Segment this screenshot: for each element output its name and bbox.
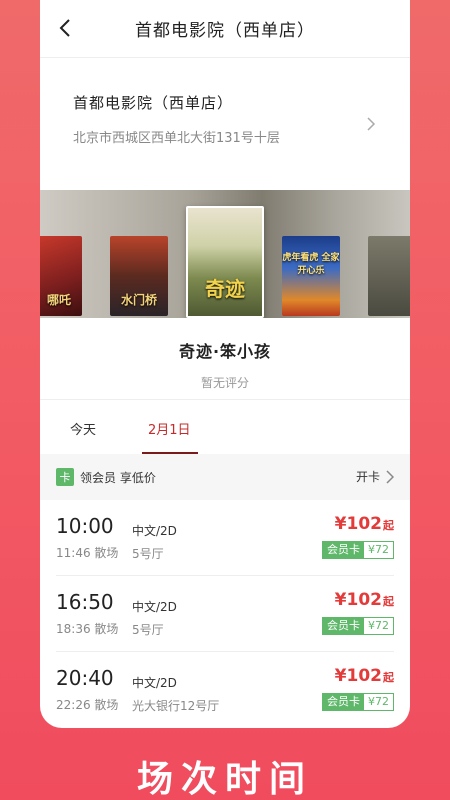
poster-item[interactable] (368, 236, 410, 316)
price-value: ¥102 (334, 666, 382, 686)
poster-item[interactable]: 水门桥 (110, 236, 168, 316)
end-time: 11:46 散场 (56, 546, 119, 560)
poster-item-selected[interactable]: 奇迹 (186, 206, 264, 318)
ticket-price: ¥102起 (335, 666, 394, 686)
price-suffix: 起 (383, 519, 394, 532)
price-value: ¥102 (334, 514, 382, 534)
start-time: 16:50 (56, 590, 114, 614)
ticket-price: ¥102起 (335, 590, 394, 610)
showtime-row[interactable]: 20:40 22:26 散场 中文/2D 光大银行12号厅 ¥102起 会员卡 ¥… (56, 652, 394, 728)
showtime-row[interactable]: 16:50 18:36 散场 中文/2D 5号厅 ¥102起 会员卡 ¥72 (56, 576, 394, 652)
movie-info: 奇迹·笨小孩 暂无评分 (40, 318, 410, 400)
movie-rating: 暂无评分 (200, 376, 249, 390)
cinema-info[interactable]: 首都电影院（西单店） 北京市西城区西单北大街131号十层 (40, 58, 410, 190)
tab-today[interactable]: 今天 (70, 400, 96, 438)
poster-title: 水门桥 (120, 293, 157, 307)
member-price-value: ¥72 (364, 694, 393, 710)
poster-title: 奇迹 (205, 277, 245, 301)
price-suffix: 起 (383, 671, 394, 684)
member-price-value: ¥72 (364, 618, 393, 634)
card-icon: 卡 (56, 468, 74, 486)
promo-slogan: 场次时间 (136, 759, 313, 800)
member-banner[interactable]: 卡 领会员 享低价 开卡 (40, 454, 410, 500)
member-price-value: ¥72 (364, 542, 393, 558)
hall-name: 5号厅 (132, 623, 164, 637)
app-screen: 首都电影院（西单店） 首都电影院（西单店） 北京市西城区西单北大街131号十层 … (40, 0, 410, 728)
hall-name: 光大银行12号厅 (132, 699, 220, 713)
date-tabs: 今天 2月1日 (40, 400, 410, 454)
showtime-row[interactable]: 10:00 11:46 散场 中文/2D 5号厅 ¥102起 会员卡 ¥72 (56, 500, 394, 576)
page-title: 首都电影院（西单店） (135, 21, 315, 41)
ticket-price: ¥102起 (335, 514, 394, 534)
cinema-address: 北京市西城区西单北大街131号十层 (73, 131, 280, 146)
tab-date-selected[interactable]: 2月1日 (148, 400, 191, 438)
hall-name: 5号厅 (132, 547, 164, 561)
showtime-list: 10:00 11:46 散场 中文/2D 5号厅 ¥102起 会员卡 ¥72 16… (40, 500, 410, 728)
price-suffix: 起 (383, 595, 394, 608)
open-card-label: 开卡 (355, 470, 380, 484)
end-time: 22:26 散场 (56, 698, 119, 712)
cinema-name: 首都电影院（西单店） (73, 94, 234, 112)
back-arrow-icon[interactable] (58, 18, 72, 38)
movie-title: 奇迹·笨小孩 (178, 342, 272, 361)
member-price: 会员卡 ¥72 (322, 541, 394, 559)
member-price-label: 会员卡 (323, 618, 364, 634)
poster-title: 哪吒 (46, 293, 71, 307)
language-format: 中文/2D (132, 524, 177, 538)
member-price: 会员卡 ¥72 (322, 617, 394, 635)
chevron-right-icon (386, 469, 394, 484)
poster-title: 虎年看虎 全家开心乐 (282, 253, 340, 276)
start-time: 10:00 (56, 514, 114, 538)
member-price-label: 会员卡 (323, 542, 364, 558)
poster-item[interactable]: 哪吒 (40, 236, 82, 316)
member-price-label: 会员卡 (323, 694, 364, 710)
poster-carousel[interactable]: 哪吒 水门桥 奇迹 虎年看虎 全家开心乐 (40, 190, 410, 318)
language-format: 中文/2D (132, 676, 177, 690)
end-time: 18:36 散场 (56, 622, 119, 636)
nav-bar: 首都电影院（西单店） (40, 0, 410, 58)
poster-item[interactable]: 虎年看虎 全家开心乐 (282, 236, 340, 316)
member-promo-text: 领会员 享低价 (80, 470, 156, 485)
chevron-right-icon (367, 117, 376, 131)
member-price: 会员卡 ¥72 (322, 693, 394, 711)
price-value: ¥102 (334, 590, 382, 610)
language-format: 中文/2D (132, 600, 177, 614)
start-time: 20:40 (56, 666, 114, 690)
open-card-button[interactable]: 开卡 (356, 468, 394, 485)
